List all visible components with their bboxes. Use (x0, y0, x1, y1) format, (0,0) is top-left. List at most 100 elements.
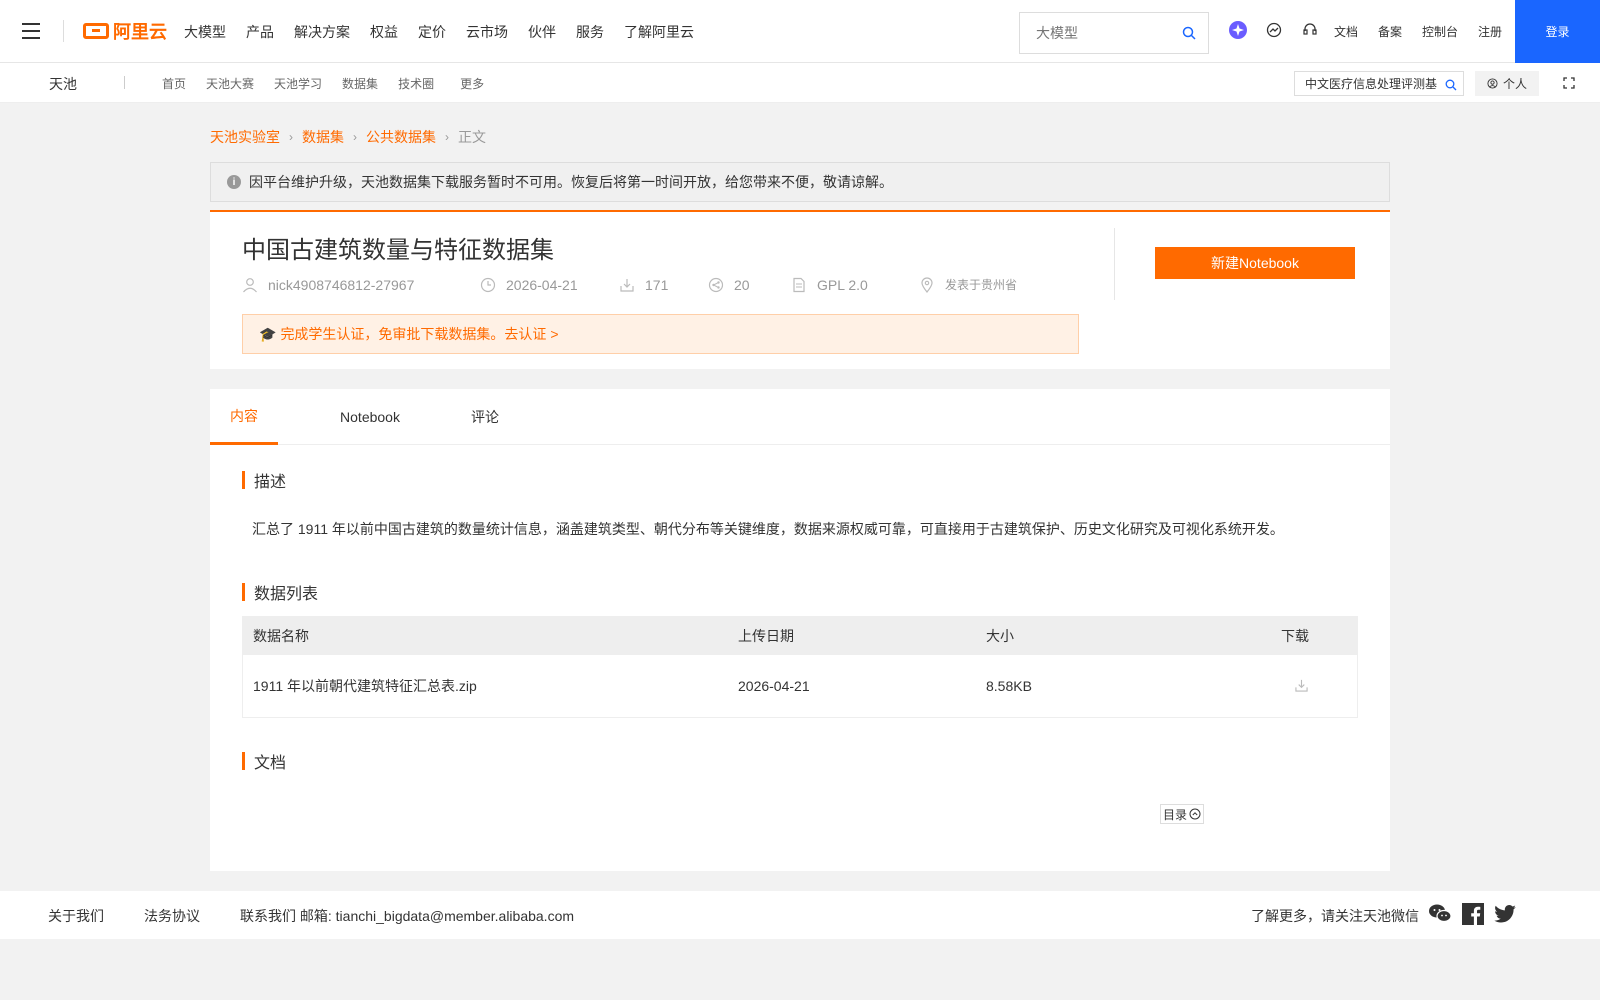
personal-button[interactable]: 个人 (1475, 71, 1539, 96)
sub-search-input[interactable] (1295, 72, 1440, 95)
table-row: 1911 年以前朝代建筑特征汇总表.zip 2026-04-21 8.58KB (243, 655, 1357, 717)
section-title: 文档 (254, 755, 287, 772)
section-marker (242, 471, 245, 489)
nav-item-pricing[interactable]: 定价 (418, 22, 446, 42)
info-icon: i (227, 175, 241, 189)
nav-item-benefits[interactable]: 权益 (370, 22, 398, 42)
license: GPL 2.0 (817, 276, 868, 293)
link-register[interactable]: 注册 (1478, 23, 1502, 40)
data-table: 数据名称 上传日期 大小 下载 1911 年以前朝代建筑特征汇总表.zip 20… (242, 616, 1358, 718)
chevron-up-icon (1189, 808, 1201, 820)
table-header: 数据名称 上传日期 大小 下载 (243, 617, 1357, 655)
link-filing[interactable]: 备案 (1378, 23, 1402, 40)
meta-downloads: 171 (619, 277, 708, 293)
section-title: 数据列表 (254, 586, 319, 603)
author-name[interactable]: nick4908746812-27967 (268, 277, 414, 293)
sub-navbar: 天池 首页 天池大赛 天池学习 数据集 技术圈 更多 个人 (0, 63, 1600, 103)
link-docs[interactable]: 文档 (1334, 23, 1358, 40)
maintenance-notice: i 因平台维护升级，天池数据集下载服务暂时不可用。恢复后将第一时间开放，给您带来… (210, 162, 1390, 202)
graduation-cap-icon: 🎓 (259, 325, 277, 342)
top-navbar: 阿里云 大模型 产品 解决方案 权益 定价 云市场 伙伴 服务 了解阿里云 文档… (0, 0, 1600, 63)
footer-about[interactable]: 关于我们 (48, 906, 104, 926)
tab-notebook[interactable]: Notebook (310, 389, 430, 445)
meta-location: 发表于贵州省 (919, 276, 1017, 293)
nav-item-partners[interactable]: 伙伴 (528, 22, 556, 42)
top-icons (1228, 20, 1336, 40)
cert-text[interactable]: 完成学生认证，免审批下载数据集。去认证 > (280, 324, 558, 344)
nav-item-marketplace[interactable]: 云市场 (466, 22, 508, 42)
download-icon[interactable] (1295, 679, 1308, 695)
breadcrumb-datasets[interactable]: 数据集 (302, 127, 344, 147)
subnav-tech-circle[interactable]: 技术圈 (398, 75, 434, 92)
aliyun-logo[interactable]: 阿里云 (83, 20, 167, 42)
expand-icon[interactable] (1563, 76, 1575, 94)
breadcrumb-lab[interactable]: 天池实验室 (210, 127, 280, 147)
breadcrumb-public-datasets[interactable]: 公共数据集 (366, 127, 436, 147)
file-size: 8.58KB (986, 678, 1032, 694)
chevron-right-icon: › (353, 130, 357, 144)
meta-shares: 20 (708, 277, 791, 293)
chevron-right-icon: › (445, 130, 449, 144)
download-count-icon (620, 278, 634, 292)
subnav-home[interactable]: 首页 (162, 75, 186, 92)
subnav-learning[interactable]: 天池学习 (274, 75, 322, 92)
search-icon[interactable] (1182, 26, 1196, 45)
description-text: 汇总了 1911 年以前中国古建筑的数量统计信息，涵盖建筑类型、朝代分布等关键维… (252, 521, 1284, 537)
section-description: 描述 (242, 468, 286, 492)
subnav-competition[interactable]: 天池大赛 (206, 75, 254, 92)
tianchi-brand[interactable]: 天池 (49, 74, 77, 94)
link-console[interactable]: 控制台 (1422, 23, 1458, 40)
facebook-icon[interactable] (1462, 903, 1484, 930)
sub-menu: 首页 天池大赛 天池学习 数据集 技术圈 更多 (162, 63, 504, 103)
col-header-download: 下载 (1281, 628, 1309, 644)
section-docs: 文档 (242, 749, 286, 773)
meta-date: 2026-04-21 (480, 277, 619, 293)
explore-icon[interactable] (1264, 20, 1284, 40)
menu-icon[interactable] (22, 23, 40, 39)
top-links: 文档 备案 控制台 注册 (1334, 0, 1522, 63)
nav-item-about[interactable]: 了解阿里云 (624, 22, 694, 42)
footer-legal[interactable]: 法务协议 (144, 906, 200, 926)
download-count: 171 (645, 276, 669, 293)
dataset-meta: nick4908746812-27967 2026-04-21 171 20 G… (242, 276, 1017, 293)
share-count: 20 (734, 276, 750, 293)
publish-date: 2026-04-21 (506, 276, 578, 293)
nav-item-solutions[interactable]: 解决方案 (294, 22, 350, 42)
toc-button[interactable]: 目录 (1160, 804, 1204, 824)
support-icon[interactable] (1300, 20, 1320, 40)
dataset-title: 中国古建筑数量与特征数据集 (242, 237, 554, 264)
new-notebook-button[interactable]: 新建Notebook (1155, 247, 1355, 279)
student-cert-banner[interactable]: 🎓 完成学生认证，免审批下载数据集。去认证 > (242, 314, 1079, 354)
meta-author: nick4908746812-27967 (242, 277, 480, 293)
subnav-datasets[interactable]: 数据集 (342, 75, 378, 92)
sub-search (1294, 71, 1464, 96)
breadcrumb-current: 正文 (458, 129, 486, 145)
logo-text: 阿里云 (113, 22, 167, 42)
footer-contact: 联系我们 邮箱: tianchi_bigdata@member.alibaba.… (240, 908, 575, 924)
divider (63, 20, 64, 42)
content-tabs: 内容 Notebook 评论 (210, 389, 1390, 445)
tongyi-icon[interactable] (1228, 20, 1248, 40)
twitter-icon[interactable] (1494, 905, 1516, 928)
nav-item-services[interactable]: 服务 (576, 22, 604, 42)
aliyun-logo-icon (83, 23, 109, 39)
nav-item-products[interactable]: 产品 (246, 22, 274, 42)
location: 发表于贵州省 (945, 278, 1018, 292)
user-icon (243, 277, 257, 292)
search-icon[interactable] (1445, 78, 1457, 95)
subnav-more[interactable]: 更多 (460, 75, 484, 92)
share-icon (708, 277, 724, 292)
wechat-icon[interactable] (1428, 903, 1452, 930)
tab-content[interactable]: 内容 (210, 389, 278, 445)
top-search-input[interactable] (1020, 13, 1170, 53)
footer-follow: 了解更多，请关注天池微信 (1251, 908, 1419, 924)
document-icon (793, 277, 805, 292)
login-button[interactable]: 登录 (1515, 0, 1600, 63)
nav-item-llm[interactable]: 大模型 (184, 22, 226, 42)
section-marker (242, 583, 245, 601)
user-circle-icon (1487, 78, 1498, 89)
col-header-date: 上传日期 (738, 628, 794, 644)
tab-comments[interactable]: 评论 (455, 389, 515, 445)
clock-icon (480, 277, 496, 292)
file-name: 1911 年以前朝代建筑特征汇总表.zip (253, 678, 477, 694)
